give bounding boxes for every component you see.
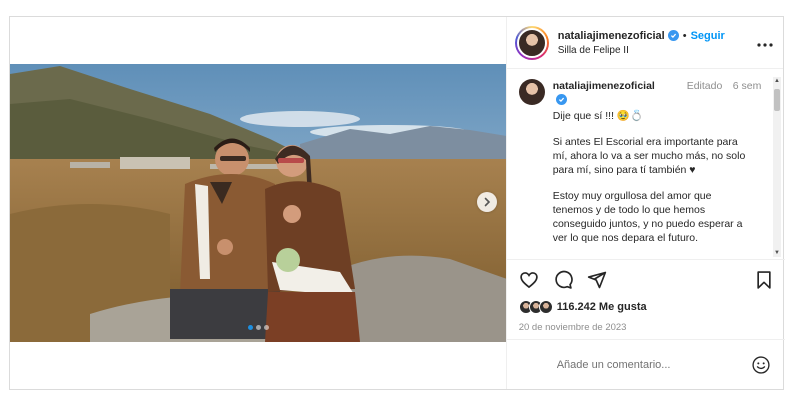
post-sidebar: nataliajimenezoficial • Seguir Silla de …	[505, 17, 785, 389]
caption-paragraph: Estoy muy orgullosa del amor que tenemos…	[552, 190, 743, 244]
caption-paragraph: Dije que sí !!! 🥹💍	[552, 110, 644, 122]
save-button[interactable]	[755, 270, 773, 290]
more-horizontal-icon	[757, 42, 773, 47]
post-header: nataliajimenezoficial • Seguir Silla de …	[506, 17, 783, 69]
follow-button[interactable]: Seguir	[691, 30, 725, 42]
carousel-indicator	[248, 325, 269, 330]
carousel-dot-active	[248, 325, 253, 330]
photo-illustration	[10, 64, 506, 342]
likes-row: 116.242 Me gusta	[518, 300, 773, 314]
emoji-icon	[752, 355, 770, 374]
share-button[interactable]	[587, 270, 607, 290]
avatar	[516, 27, 547, 58]
comment-input[interactable]	[556, 358, 751, 371]
more-options-button[interactable]	[757, 34, 773, 52]
comment-box	[506, 339, 785, 389]
like-button[interactable]	[519, 270, 539, 290]
chevron-right-icon	[484, 197, 490, 207]
caption-username[interactable]: nataliajimenezoficial	[553, 79, 671, 107]
verified-badge-icon	[667, 30, 679, 41]
carousel-dot	[264, 325, 269, 330]
carousel-dot	[256, 325, 261, 330]
avatar	[538, 300, 553, 314]
share-icon	[587, 271, 606, 289]
verified-badge-icon	[555, 94, 567, 105]
edited-label: Editado	[686, 80, 723, 92]
separator: •	[682, 29, 687, 42]
scrollbar-thumb[interactable]	[774, 89, 780, 111]
location-link[interactable]: Silla de Felipe II	[558, 45, 757, 56]
liked-by-avatars	[518, 300, 553, 314]
author-username[interactable]: nataliajimenezoficial	[558, 30, 665, 42]
comment-icon	[555, 270, 573, 289]
caption-area: nataliajimenezoficial Editado 6 sem Dije…	[507, 70, 785, 258]
comment-button[interactable]	[553, 270, 573, 290]
caption-avatar[interactable]	[518, 79, 545, 105]
time-ago[interactable]: 6 sem	[733, 79, 771, 107]
post-date[interactable]: 20 de noviembre de 2023	[519, 322, 773, 333]
post-media	[10, 17, 506, 389]
caption-paragraph: Si antes El Escorial era importante para…	[552, 136, 746, 176]
scroll-up-icon[interactable]: ▲	[774, 78, 780, 84]
post-actions: 116.242 Me gusta 20 de noviembre de 2023	[506, 259, 785, 333]
post-photo[interactable]	[10, 64, 506, 342]
instagram-post: nataliajimenezoficial • Seguir Silla de …	[9, 16, 785, 390]
carousel-next-button[interactable]	[476, 192, 497, 212]
heart-icon	[519, 272, 538, 289]
bookmark-icon	[757, 271, 771, 289]
scroll-down-icon[interactable]: ▼	[774, 250, 780, 256]
likes-count[interactable]: 116.242 Me gusta	[557, 301, 647, 313]
story-ring[interactable]	[514, 25, 549, 60]
caption-scrollbar[interactable]: ▲ ▼	[773, 77, 781, 257]
emoji-button[interactable]	[751, 355, 771, 375]
